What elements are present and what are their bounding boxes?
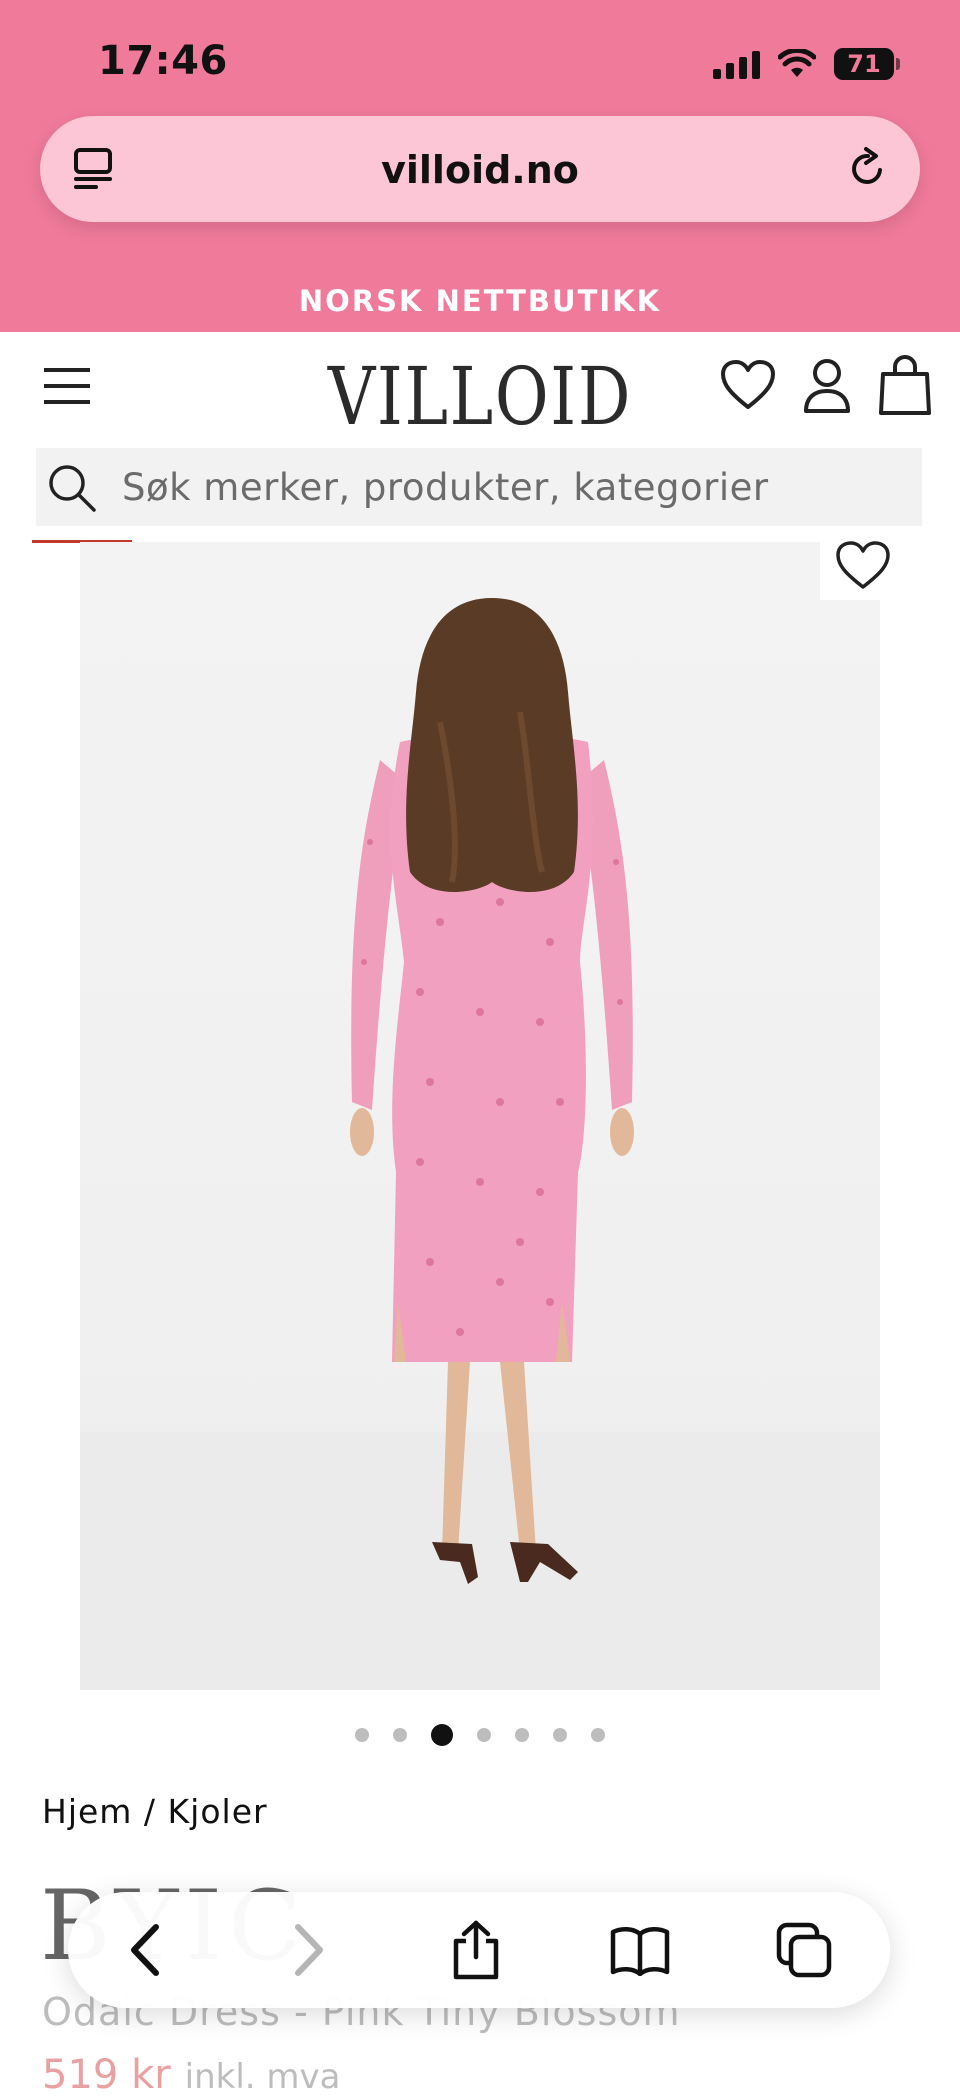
tabs-icon[interactable] — [775, 1921, 833, 1979]
search-input[interactable]: Søk merker, produkter, kategorier — [122, 466, 769, 509]
price-note: inkl. mva — [184, 2057, 341, 2097]
product-image[interactable] — [80, 542, 880, 1690]
menu-icon[interactable] — [42, 366, 92, 406]
tabs-button[interactable] — [772, 1918, 836, 1982]
wishlist-button[interactable] — [820, 532, 906, 600]
bookmarks-icon[interactable] — [609, 1924, 671, 1976]
bag-icon[interactable] — [878, 354, 932, 416]
carousel-dot[interactable] — [355, 1728, 369, 1742]
carousel-dot[interactable] — [393, 1728, 407, 1742]
product-price: 519 kr — [42, 2052, 171, 2098]
heart-icon[interactable] — [835, 541, 891, 591]
forward-button[interactable] — [276, 1918, 340, 1982]
back-button[interactable] — [114, 1918, 178, 1982]
carousel-dot[interactable] — [553, 1728, 567, 1742]
reload-icon[interactable] — [846, 146, 890, 192]
battery-level: 71 — [847, 50, 881, 78]
image-carousel-dots — [0, 1724, 960, 1746]
url-text[interactable]: villoid.no — [40, 148, 920, 192]
browser-bottom-toolbar — [68, 1892, 890, 2008]
carousel-dot[interactable] — [515, 1728, 529, 1742]
carousel-dot-active[interactable] — [431, 1724, 453, 1746]
browser-top-chrome: 17:46 71 villoid.no NORSK NETTBUTIKK — [0, 0, 960, 332]
bookmarks-button[interactable] — [608, 1918, 672, 1982]
share-button[interactable] — [444, 1918, 508, 1982]
status-icons: 71 — [713, 44, 900, 84]
product-photo-illustration — [80, 598, 880, 1690]
address-bar[interactable]: villoid.no — [40, 116, 920, 222]
carousel-dot[interactable] — [591, 1728, 605, 1742]
search-bar[interactable]: Søk merker, produkter, kategorier — [36, 448, 922, 526]
breadcrumb[interactable]: Hjem / Kjoler — [42, 1792, 268, 1831]
product-price-row: 519 kr inkl. mva — [42, 2052, 341, 2098]
promo-banner: NORSK NETTBUTIKK — [298, 284, 662, 318]
carousel-dot[interactable] — [477, 1728, 491, 1742]
heart-icon[interactable] — [720, 359, 776, 411]
user-icon[interactable] — [802, 356, 852, 414]
battery-icon: 71 — [834, 48, 900, 80]
status-time: 17:46 — [98, 38, 228, 84]
cellular-signal-icon — [713, 49, 760, 79]
search-icon[interactable] — [46, 462, 98, 514]
share-icon[interactable] — [450, 1919, 502, 1981]
back-icon[interactable] — [128, 1923, 164, 1977]
site-header: VILLOID — [0, 332, 960, 444]
wifi-icon — [778, 49, 816, 77]
forward-icon[interactable] — [290, 1923, 326, 1977]
